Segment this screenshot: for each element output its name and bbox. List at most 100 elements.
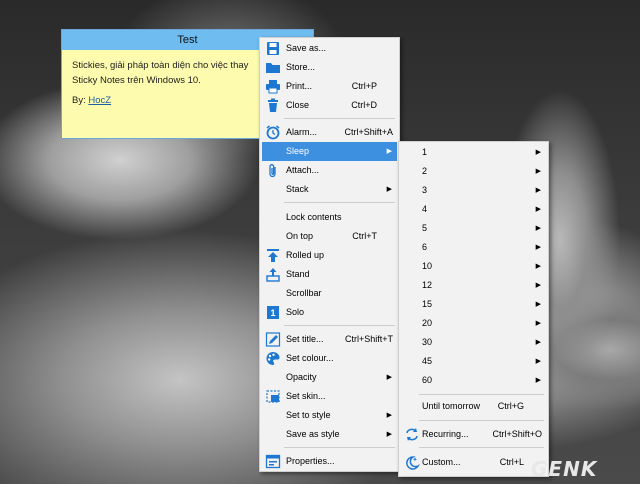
moon-star-icon xyxy=(404,455,420,470)
folder-icon xyxy=(265,60,281,75)
submenu-arrow-icon: ▶ xyxy=(535,301,541,308)
properties-icon xyxy=(265,454,281,469)
menu-item-rolled-up[interactable]: Rolled up xyxy=(262,246,397,265)
menu-item-lock-contents[interactable]: Lock contents xyxy=(262,208,397,227)
menu-label: Properties... xyxy=(286,456,335,466)
submenu-arrow-icon: ▶ xyxy=(535,206,541,213)
menu-label: Save as style xyxy=(286,429,340,439)
menu-label: Set to style xyxy=(286,410,331,420)
menu-item-opacity[interactable]: Opacity ▶ xyxy=(262,368,397,387)
menu-label: 1 xyxy=(422,147,428,157)
sleep-duration-item[interactable]: 30 ▶ xyxy=(401,333,546,352)
submenu-arrow-icon: ▶ xyxy=(535,339,541,346)
menu-shortcut: Ctrl+Shift+A xyxy=(344,127,393,137)
menu-label: Custom... xyxy=(422,457,461,467)
menu-label: Scrollbar xyxy=(286,288,322,298)
sleep-duration-item[interactable]: 3 ▶ xyxy=(401,181,546,200)
menu-item-save-as[interactable]: Save as... xyxy=(262,39,397,58)
sleep-duration-item[interactable]: 45 ▶ xyxy=(401,352,546,371)
menu-separator xyxy=(419,447,544,448)
menu-label: 5 xyxy=(422,223,428,233)
menu-shortcut: Ctrl+T xyxy=(352,231,377,241)
menu-item-set-title[interactable]: Set title... Ctrl+Shift+T xyxy=(262,330,397,349)
menu-label: Opacity xyxy=(286,372,317,382)
paperclip-icon xyxy=(265,163,281,178)
menu-label: 20 xyxy=(422,318,433,328)
menu-item-stack[interactable]: Stack ▶ xyxy=(262,180,397,199)
sleep-duration-item[interactable]: 4 ▶ xyxy=(401,200,546,219)
menu-item-alarm[interactable]: Alarm... Ctrl+Shift+A xyxy=(262,123,397,142)
byline-label: By: xyxy=(72,95,89,106)
menu-label: Rolled up xyxy=(286,250,325,260)
submenu-arrow-icon: ▶ xyxy=(535,149,541,156)
menu-shortcut: Ctrl+Shift+T xyxy=(344,334,393,344)
menu-item-print[interactable]: Print... Ctrl+P xyxy=(262,77,397,96)
submenu-arrow-icon: ▶ xyxy=(535,187,541,194)
menu-item-custom[interactable]: Custom... Ctrl+L xyxy=(401,453,546,472)
menu-item-attach[interactable]: Attach... xyxy=(262,161,397,180)
menu-item-solo[interactable]: 1 Solo xyxy=(262,303,397,322)
menu-separator xyxy=(419,394,544,395)
menu-item-set-skin[interactable]: Set skin... xyxy=(262,387,397,406)
menu-item-store[interactable]: Store... xyxy=(262,58,397,77)
sleep-duration-item[interactable]: 10 ▶ xyxy=(401,257,546,276)
sleep-duration-item[interactable]: 6 ▶ xyxy=(401,238,546,257)
menu-item-stand[interactable]: Stand xyxy=(262,265,397,284)
roll-up-icon xyxy=(265,248,281,263)
menu-item-set-to-style[interactable]: Set to style ▶ xyxy=(262,406,397,425)
menu-item-scrollbar[interactable]: Scrollbar xyxy=(262,284,397,303)
submenu-arrow-icon: ▶ xyxy=(386,186,392,193)
svg-text:1: 1 xyxy=(270,308,275,318)
sleep-duration-item[interactable]: 2 ▶ xyxy=(401,162,546,181)
menu-label: 4 xyxy=(422,204,428,214)
submenu-arrow-icon: ▶ xyxy=(386,374,392,381)
menu-label: Save as... xyxy=(286,43,327,53)
menu-label: Attach... xyxy=(286,165,320,175)
menu-separator xyxy=(284,118,395,119)
submenu-arrow-icon: ▶ xyxy=(535,320,541,327)
watermark-logo: GENK xyxy=(531,457,598,481)
menu-label: 10 xyxy=(422,261,433,271)
menu-item-close[interactable]: Close Ctrl+D xyxy=(262,96,397,115)
trash-icon xyxy=(265,98,281,113)
menu-label: Set skin... xyxy=(286,391,326,401)
submenu-arrow-icon: ▶ xyxy=(535,377,541,384)
sleep-duration-item[interactable]: 12 ▶ xyxy=(401,276,546,295)
menu-label: 15 xyxy=(422,299,433,309)
menu-shortcut: Ctrl+P xyxy=(351,81,377,91)
alarm-clock-icon xyxy=(265,125,281,140)
menu-label: Alarm... xyxy=(286,127,318,137)
menu-label: 45 xyxy=(422,356,433,366)
submenu-arrow-icon: ▶ xyxy=(386,431,392,438)
skin-icon xyxy=(265,389,281,404)
menu-item-properties[interactable]: Properties... xyxy=(262,452,397,471)
menu-label: Set title... xyxy=(286,334,324,344)
menu-label: Sleep xyxy=(286,146,310,156)
recurring-arrows-icon xyxy=(404,427,420,442)
menu-label: Recurring... xyxy=(422,429,469,439)
menu-item-until-tomorrow[interactable]: Until tomorrow Ctrl+G xyxy=(401,397,546,416)
menu-label: Set colour... xyxy=(286,353,334,363)
sleep-duration-item[interactable]: 1 ▶ xyxy=(401,143,546,162)
sleep-duration-item[interactable]: 20 ▶ xyxy=(401,314,546,333)
menu-label: 30 xyxy=(422,337,433,347)
menu-item-on-top[interactable]: On top Ctrl+T xyxy=(262,227,397,246)
menu-label: Store... xyxy=(286,62,316,72)
menu-label: 2 xyxy=(422,166,428,176)
pencil-icon xyxy=(265,332,281,347)
menu-item-recurring[interactable]: Recurring... Ctrl+Shift+O xyxy=(401,425,546,444)
author-link[interactable]: HocZ xyxy=(88,95,111,106)
menu-label: 60 xyxy=(422,375,433,385)
sleep-duration-item[interactable]: 15 ▶ xyxy=(401,295,546,314)
menu-item-sleep[interactable]: Sleep ▶ xyxy=(262,142,397,161)
menu-label: On top xyxy=(286,231,314,241)
submenu-arrow-icon: ▶ xyxy=(386,148,392,155)
menu-item-save-as-style[interactable]: Save as style ▶ xyxy=(262,425,397,444)
sleep-duration-item[interactable]: 5 ▶ xyxy=(401,219,546,238)
submenu-arrow-icon: ▶ xyxy=(535,358,541,365)
sleep-duration-item[interactable]: 60 ▶ xyxy=(401,371,546,390)
menu-item-set-colour[interactable]: Set colour... xyxy=(262,349,397,368)
submenu-arrow-icon: ▶ xyxy=(535,263,541,270)
sleep-submenu: 1 ▶ 2 ▶ 3 ▶ 4 ▶ 5 ▶ 6 ▶ 10 ▶ 12 ▶ 15 ▶ 20 ▶ 30 ▶ 45 ▶ 60 ▶ Until … xyxy=(398,141,549,477)
menu-label: 3 xyxy=(422,185,428,195)
